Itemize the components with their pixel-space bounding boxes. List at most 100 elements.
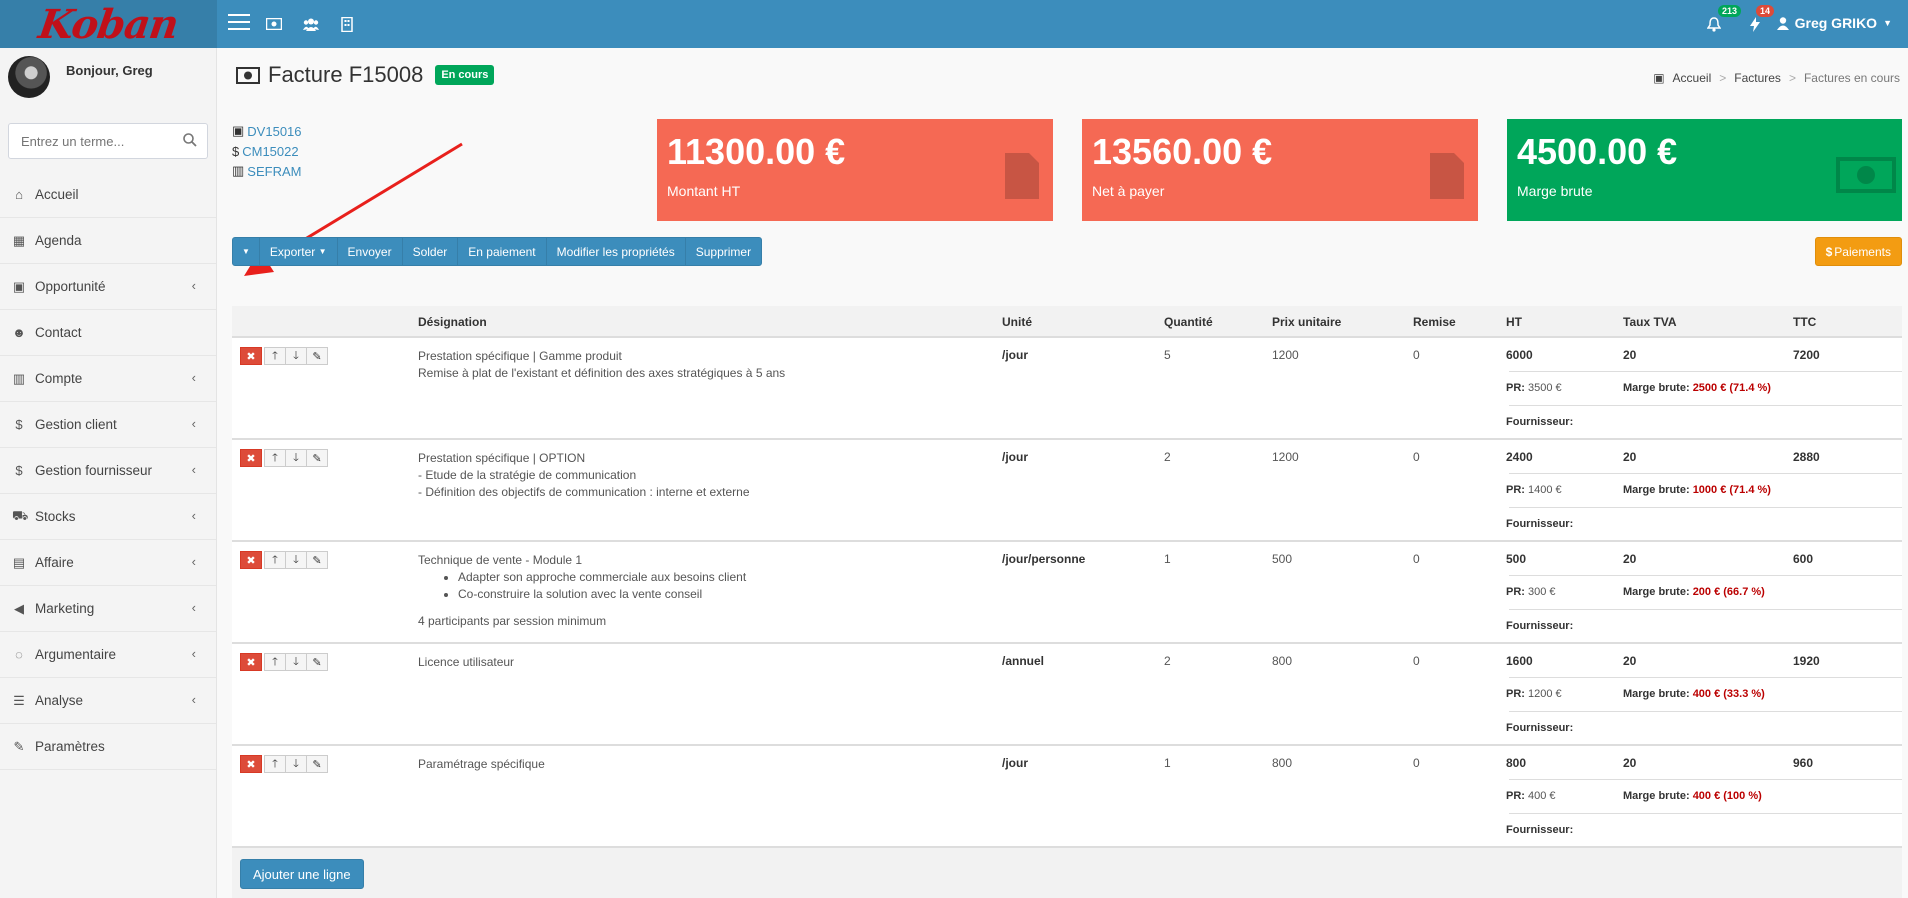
delete-button[interactable]: Supprimer: [686, 238, 761, 265]
edit-icon[interactable]: ✎: [306, 551, 328, 569]
caret-down-icon[interactable]: ▼: [233, 238, 260, 265]
sidebar-toggle-icon[interactable]: [228, 14, 250, 32]
arrow-down-icon[interactable]: 🡓: [285, 347, 307, 365]
logo[interactable]: Koban: [0, 0, 217, 48]
row-divider: [1509, 711, 1902, 712]
sidebar-item-label: Affaire: [35, 555, 74, 570]
line-ht: 500: [1506, 552, 1527, 566]
truck-icon: ⛟: [12, 507, 29, 523]
line-quantity: 5: [1164, 348, 1171, 362]
edit-icon[interactable]: ✎: [306, 653, 328, 671]
header-vat: Taux TVA: [1623, 315, 1677, 329]
settle-button[interactable]: Solder: [403, 238, 459, 265]
users-icon: ☻: [12, 325, 26, 340]
money-icon[interactable]: [262, 12, 286, 36]
table-header: Désignation Unité Quantité Prix unitaire…: [232, 306, 1902, 338]
arrow-down-icon[interactable]: 🡓: [285, 551, 307, 569]
line-ttc: 2880: [1793, 450, 1820, 464]
sidebar-item-parametres[interactable]: ✎ Paramètres: [0, 724, 216, 770]
sidebar-item-contact[interactable]: ☻ Contact: [0, 310, 216, 356]
user-menu[interactable]: Greg GRIKO ▼: [1776, 15, 1892, 31]
line-purchase-price: PR: 1200 €: [1506, 688, 1562, 700]
chevron-left-icon: ‹: [191, 646, 196, 661]
header-discount: Remise: [1413, 315, 1456, 329]
delete-line-icon[interactable]: ✖: [240, 449, 262, 467]
row-divider: [1509, 779, 1902, 780]
payments-button[interactable]: $ Paiements: [1814, 237, 1902, 266]
breadcrumb-accueil[interactable]: Accueil: [1673, 71, 1712, 85]
building-icon: ▥: [12, 370, 26, 386]
breadcrumb: ▣ Accueil > Factures > Factures en cours: [1653, 71, 1900, 85]
sidebar-item-analyse[interactable]: ☰ Analyse ‹: [0, 678, 216, 724]
avatar: [8, 56, 50, 98]
sidebar-item-label: Stocks: [35, 509, 76, 524]
sidebar-item-opportunite[interactable]: ▣ Opportunité ‹: [0, 264, 216, 310]
sidebar-item-stocks[interactable]: ⛟ Stocks ‹: [0, 494, 216, 540]
search-input[interactable]: [9, 124, 169, 158]
delete-line-icon[interactable]: ✖: [240, 347, 262, 365]
line-discount: 0: [1413, 450, 1420, 464]
chevron-left-icon: ‹: [191, 370, 196, 385]
delete-line-icon[interactable]: ✖: [240, 755, 262, 773]
edit-icon[interactable]: ✎: [306, 755, 328, 773]
table-body: ✖ 🡑 🡓 ✎ Prestation spécifique | Gamme produi…: [232, 338, 1902, 848]
page-title: Facture F15008: [268, 62, 424, 87]
arrow-up-icon[interactable]: 🡑: [264, 449, 286, 467]
sidebar-item-agenda[interactable]: ▦ Agenda: [0, 218, 216, 264]
sidebar-search: [8, 123, 208, 159]
edit-properties-button[interactable]: Modifier les propriétés: [547, 238, 686, 265]
sidebar-item-accueil[interactable]: ⌂ Accueil: [0, 172, 216, 218]
line-supplier: Fournisseur:: [1506, 824, 1574, 836]
quote-link[interactable]: ▣ DV15016: [232, 121, 302, 141]
sidebar-item-compte[interactable]: ▥ Compte ‹: [0, 356, 216, 402]
edit-icon[interactable]: ✎: [306, 449, 328, 467]
line-ttc: 7200: [1793, 348, 1820, 362]
line-purchase-price: PR: 1400 €: [1506, 484, 1562, 496]
briefcase-icon: ▤: [12, 554, 26, 570]
arrow-down-icon[interactable]: 🡓: [285, 755, 307, 773]
line-detail: Remise à plat de l'existant et définitio…: [418, 366, 786, 380]
line-quantity: 2: [1164, 450, 1171, 464]
sidebar-item-argumentaire[interactable]: ◌ Argumentaire ‹: [0, 632, 216, 678]
edit-icon[interactable]: ✎: [306, 347, 328, 365]
arrow-up-icon[interactable]: 🡑: [264, 551, 286, 569]
logo-text: Koban: [35, 0, 182, 48]
sidebar-item-label: Gestion client: [35, 417, 117, 432]
building-icon[interactable]: [335, 12, 359, 36]
line-gross-margin: Marge brute: 1000 € (71.4 %): [1623, 484, 1771, 496]
line-gross-margin: Marge brute: 2500 € (71.4 %): [1623, 382, 1771, 394]
sidebar-item-label: Accueil: [35, 187, 79, 202]
money-icon: [1836, 157, 1896, 193]
search-icon[interactable]: [183, 133, 197, 147]
chevron-left-icon: ‹: [191, 462, 196, 477]
line-vat: 20: [1623, 348, 1637, 362]
arrow-up-icon[interactable]: 🡑: [264, 347, 286, 365]
send-button[interactable]: Envoyer: [338, 238, 403, 265]
sidebar-item-label: Agenda: [35, 233, 82, 248]
row-actions: ✖ 🡑 🡓 ✎: [240, 551, 328, 569]
add-line-button[interactable]: Ajouter une ligne: [240, 859, 364, 889]
users-icon[interactable]: [299, 12, 323, 36]
line-unit-price: 1200: [1272, 348, 1299, 362]
export-button[interactable]: Exporter ▼: [260, 238, 338, 265]
sidebar: Bonjour, Greg ⌂ Accueil ▦ Agenda ▣ Opportun…: [0, 48, 217, 898]
kpi-label: Montant HT: [667, 183, 741, 199]
line-unit: /jour: [1002, 756, 1028, 770]
sidebar-item-affaire[interactable]: ▤ Affaire ‹: [0, 540, 216, 586]
delete-line-icon[interactable]: ✖: [240, 653, 262, 671]
arrow-up-icon[interactable]: 🡑: [264, 755, 286, 773]
sidebar-item-gestion-client[interactable]: $ Gestion client ‹: [0, 402, 216, 448]
delete-line-icon[interactable]: ✖: [240, 551, 262, 569]
invoice-actions: ▼ Exporter ▼ Envoyer Solder En paiement …: [232, 237, 763, 266]
line-ttc: 960: [1793, 756, 1814, 770]
arrow-down-icon[interactable]: 🡓: [285, 449, 307, 467]
sidebar-item-gestion-fournisseur[interactable]: $ Gestion fournisseur ‹: [0, 448, 216, 494]
arrow-up-icon[interactable]: 🡑: [264, 653, 286, 671]
breadcrumb-factures[interactable]: Factures: [1734, 71, 1781, 85]
in-payment-button[interactable]: En paiement: [458, 238, 547, 265]
row-divider: [1509, 371, 1902, 372]
table-footer: Ajouter une ligne: [232, 848, 1902, 898]
invoice-lines-table: Désignation Unité Quantité Prix unitaire…: [232, 306, 1902, 848]
arrow-down-icon[interactable]: 🡓: [285, 653, 307, 671]
sidebar-item-marketing[interactable]: ◀ Marketing ‹: [0, 586, 216, 632]
